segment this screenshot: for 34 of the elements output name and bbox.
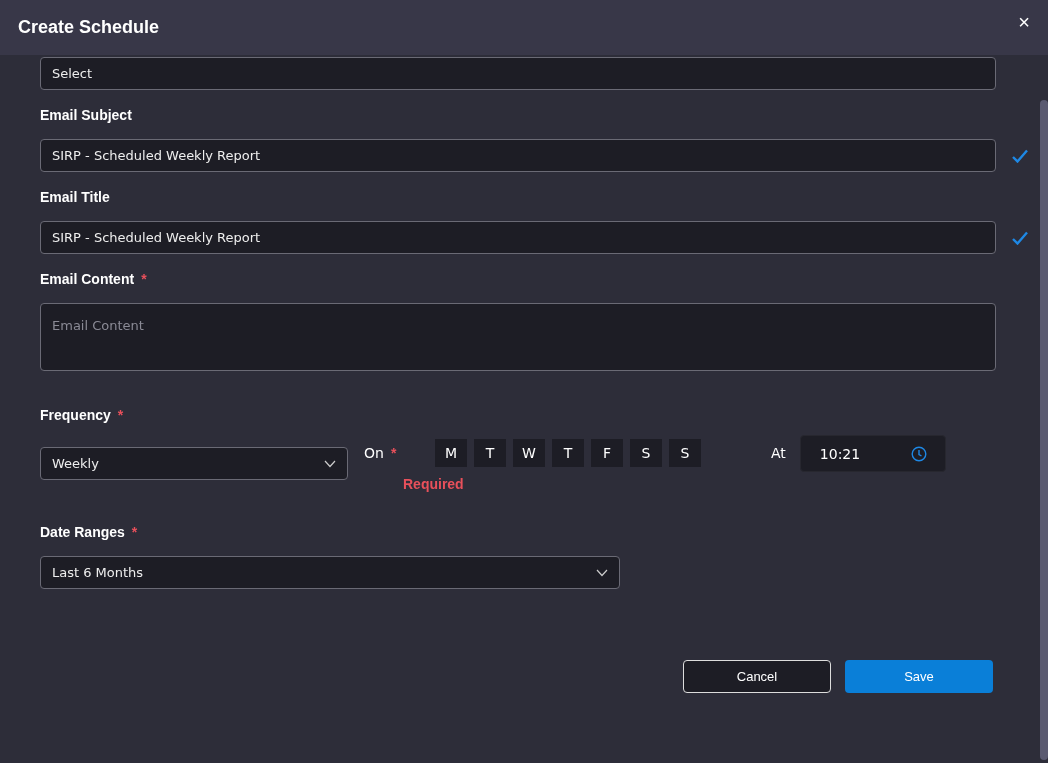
field-label: Email Title [40, 189, 111, 205]
field-label: Date Ranges [40, 524, 125, 540]
time-field[interactable]: 10:21 [799, 435, 946, 472]
field-label: Email Subject [40, 107, 133, 123]
day-toggle[interactable]: S [669, 439, 701, 467]
at-label: At [771, 445, 786, 461]
chevron-down-icon [596, 568, 608, 577]
dialog-title: Create Schedule [18, 17, 160, 38]
required-mark: * [390, 445, 397, 461]
required-mark: * [141, 271, 147, 287]
email-content-field[interactable]: Email Content [40, 303, 996, 371]
frequency-dropdown[interactable]: Weekly [40, 447, 348, 480]
field-label: Frequency [40, 407, 111, 423]
day-toggle[interactable]: T [474, 439, 506, 467]
day-toggle[interactable]: S [630, 439, 662, 467]
field-label: Email Content [40, 271, 135, 287]
select-field[interactable]: Select [40, 57, 996, 90]
scrollbar[interactable] [1040, 100, 1048, 760]
close-button[interactable]: × [1018, 11, 1030, 34]
error-message: Required [403, 476, 465, 492]
text-field[interactable]: SIRP - Scheduled Weekly Report [40, 139, 996, 172]
day-toggle[interactable]: W [513, 439, 545, 467]
text-field[interactable]: SIRP - Scheduled Weekly Report [40, 221, 996, 254]
clock-icon [910, 445, 927, 462]
required-mark: * [117, 407, 124, 423]
required-mark: * [131, 524, 138, 540]
date-range-dropdown[interactable]: Last 6 Months [40, 556, 620, 589]
day-toggle[interactable]: M [435, 439, 467, 467]
save-button[interactable]: Save [845, 660, 993, 693]
day-toggle[interactable]: T [552, 439, 584, 467]
cancel-button[interactable]: Cancel [683, 660, 831, 693]
chevron-down-icon [324, 459, 336, 468]
day-toggle[interactable]: F [591, 439, 623, 467]
on-label: On [364, 445, 384, 461]
